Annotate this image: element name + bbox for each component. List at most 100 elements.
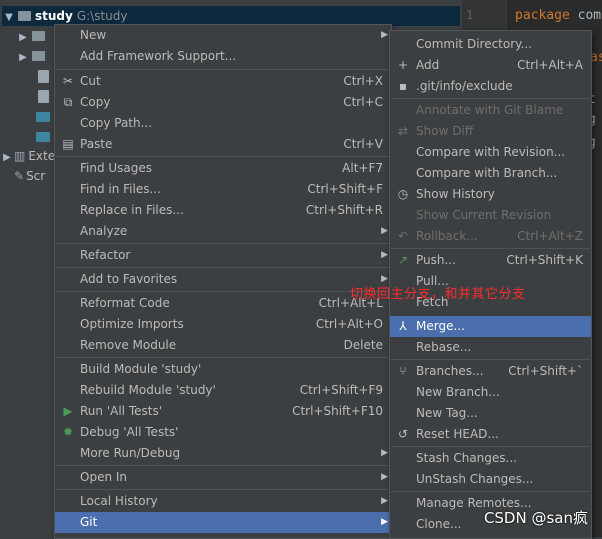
menu-item-local-history[interactable]: Local History ▶ (55, 491, 391, 512)
chevron-down-icon[interactable]: ▼ (2, 8, 16, 28)
copy-icon: ⧉ (63, 95, 73, 109)
menu-item-find-usages[interactable]: Find Usages Alt+F7 (55, 158, 391, 179)
git-item-git-info-exclude[interactable]: ▪ .git/info/exclude (390, 76, 591, 97)
git-item-commit-directory[interactable]: Commit Directory... (390, 34, 591, 55)
submenu-arrow-icon: ▶ (381, 496, 388, 506)
menu-separator (391, 248, 590, 249)
menu-separator (56, 267, 390, 268)
menu-separator (56, 489, 390, 490)
submenu-arrow-icon: ▶ (381, 472, 388, 482)
file-icon[interactable] (38, 90, 49, 103)
menu-item-run-all-tests[interactable]: ▶ Run 'All Tests' Ctrl+Shift+F10 (55, 401, 391, 422)
menu-item-add-framework-support[interactable]: Add Framework Support... (55, 46, 391, 67)
git-item-push[interactable]: ↗ Push... Ctrl+Shift+K (390, 250, 591, 271)
menu-item-find-in-files[interactable]: Find in Files... Ctrl+Shift+F (55, 179, 391, 200)
menu-separator (391, 98, 590, 99)
git-item-show-diff[interactable]: ⇄ Show Diff (390, 121, 591, 142)
debug-icon: ✹ (62, 425, 74, 439)
library-icon: ▥ (14, 149, 26, 163)
exclude-icon: ▪ (398, 79, 408, 93)
menu-item-build-module[interactable]: Build Module 'study' (55, 359, 391, 380)
git-item-compare-with-branch[interactable]: Compare with Branch... (390, 163, 591, 184)
branch-icon: ⑂ (399, 364, 407, 378)
menu-item-new[interactable]: New ▶ (55, 25, 391, 46)
git-item-add[interactable]: + Add Ctrl+Alt+A (390, 55, 591, 76)
git-item-show-current-revision[interactable]: Show Current Revision (390, 205, 591, 226)
scratches-label: Scr (26, 169, 46, 183)
git-item-show-history[interactable]: ◷ Show History (390, 184, 591, 205)
markdown-file-icon[interactable] (36, 132, 50, 142)
menu-separator (56, 69, 390, 70)
menu-item-cut[interactable]: ✂ Cut Ctrl+X (55, 71, 391, 92)
paste-icon: ▤ (62, 137, 74, 151)
project-context-menu: New ▶ Add Framework Support... ✂ Cut Ctrl+X… (54, 24, 392, 539)
module-folder-icon (18, 11, 31, 21)
submenu-arrow-icon: ▶ (381, 517, 388, 527)
line-number: 1 (466, 8, 474, 22)
menu-item-analyze[interactable]: Analyze ▶ (55, 221, 391, 242)
git-item-rollback[interactable]: ↶ Rollback... Ctrl+Alt+Z (390, 226, 591, 247)
menu-item-copy-path[interactable]: Copy Path... (55, 113, 391, 134)
annotation-text: 切换回主分支，和并其它分支 (350, 287, 526, 302)
code-rest: com (569, 8, 602, 23)
menu-item-debug-all-tests[interactable]: ✹ Debug 'All Tests' (55, 422, 391, 443)
folder-icon (32, 31, 45, 41)
menu-item-replace-in-files[interactable]: Replace in Files... Ctrl+Shift+R (55, 200, 391, 221)
tree-folder-1[interactable]: ▶ (16, 26, 49, 46)
git-item-new-branch[interactable]: New Branch... (390, 382, 591, 403)
git-item-annotate[interactable]: Annotate with Git Blame (390, 100, 591, 121)
menu-separator (391, 359, 590, 360)
menu-item-rebuild-module[interactable]: Rebuild Module 'study' Ctrl+Shift+F9 (55, 380, 391, 401)
rollback-icon: ↶ (397, 229, 409, 243)
submenu-arrow-icon: ▶ (381, 250, 388, 260)
menu-separator (56, 465, 390, 466)
root-name: study (35, 9, 73, 23)
git-item-unstash-changes[interactable]: UnStash Changes... (390, 469, 591, 490)
tree-folder-2[interactable]: ▶ (16, 46, 49, 66)
keyword-package: package (515, 8, 570, 23)
menu-item-optimize-imports[interactable]: Optimize Imports Ctrl+Alt+O (55, 314, 391, 335)
run-icon: ▶ (63, 404, 73, 418)
git-item-stash-changes[interactable]: Stash Changes... (390, 448, 591, 469)
markdown-file-icon[interactable] (36, 112, 50, 122)
submenu-arrow-icon: ▶ (381, 448, 388, 458)
git-item-reset-head[interactable]: ↺ Reset HEAD... (390, 424, 591, 445)
submenu-arrow-icon: ▶ (381, 226, 388, 236)
tree-scratches[interactable]: ✎ Scr (14, 166, 45, 186)
git-item-new-tag[interactable]: New Tag... (390, 403, 591, 424)
tree-external-libraries[interactable]: ▶ ▥ Exte (0, 146, 55, 166)
scissors-icon: ✂ (62, 74, 74, 88)
menu-item-open-in[interactable]: Open In ▶ (55, 467, 391, 488)
menu-item-more-run-debug[interactable]: More Run/Debug ▶ (55, 443, 391, 464)
menu-item-git[interactable]: Git ▶ (55, 512, 391, 533)
menu-separator (56, 243, 390, 244)
code-line-1[interactable]: package com (515, 8, 601, 23)
menu-separator (56, 357, 390, 358)
menu-item-remove-module[interactable]: Remove Module Delete (55, 335, 391, 356)
external-libraries-label: Exte (28, 149, 56, 163)
menu-separator (56, 291, 390, 292)
git-item-merge[interactable]: ⅄ Merge... (390, 316, 591, 337)
chevron-right-icon[interactable]: ▶ (0, 148, 14, 168)
git-item-rebase[interactable]: Rebase... (390, 337, 591, 358)
file-icon[interactable] (38, 70, 49, 83)
merge-icon: ⅄ (399, 319, 407, 333)
tree-root-study[interactable]: ▼ study G:\study (2, 6, 460, 26)
git-item-branches[interactable]: ⑂ Branches... Ctrl+Shift+` (390, 361, 591, 382)
root-path: G:\study (76, 9, 128, 23)
menu-separator (391, 491, 590, 492)
menu-separator (56, 156, 390, 157)
menu-item-refactor[interactable]: Refactor ▶ (55, 245, 391, 266)
folder-icon (32, 51, 45, 61)
menu-item-add-to-favorites[interactable]: Add to Favorites ▶ (55, 269, 391, 290)
git-item-compare-with-revision[interactable]: Compare with Revision... (390, 142, 591, 163)
watermark: CSDN @san疯 (483, 509, 588, 527)
menu-separator (391, 446, 590, 447)
menu-item-copy[interactable]: ⧉ Copy Ctrl+C (55, 92, 391, 113)
menu-item-paste[interactable]: ▤ Paste Ctrl+V (55, 134, 391, 155)
plus-icon: + (397, 58, 409, 72)
clock-icon: ◷ (397, 187, 409, 201)
chevron-right-icon[interactable]: ▶ (16, 28, 30, 48)
menu-item-reformat-code[interactable]: Reformat Code Ctrl+Alt+L (55, 293, 391, 314)
chevron-right-icon[interactable]: ▶ (16, 48, 30, 68)
